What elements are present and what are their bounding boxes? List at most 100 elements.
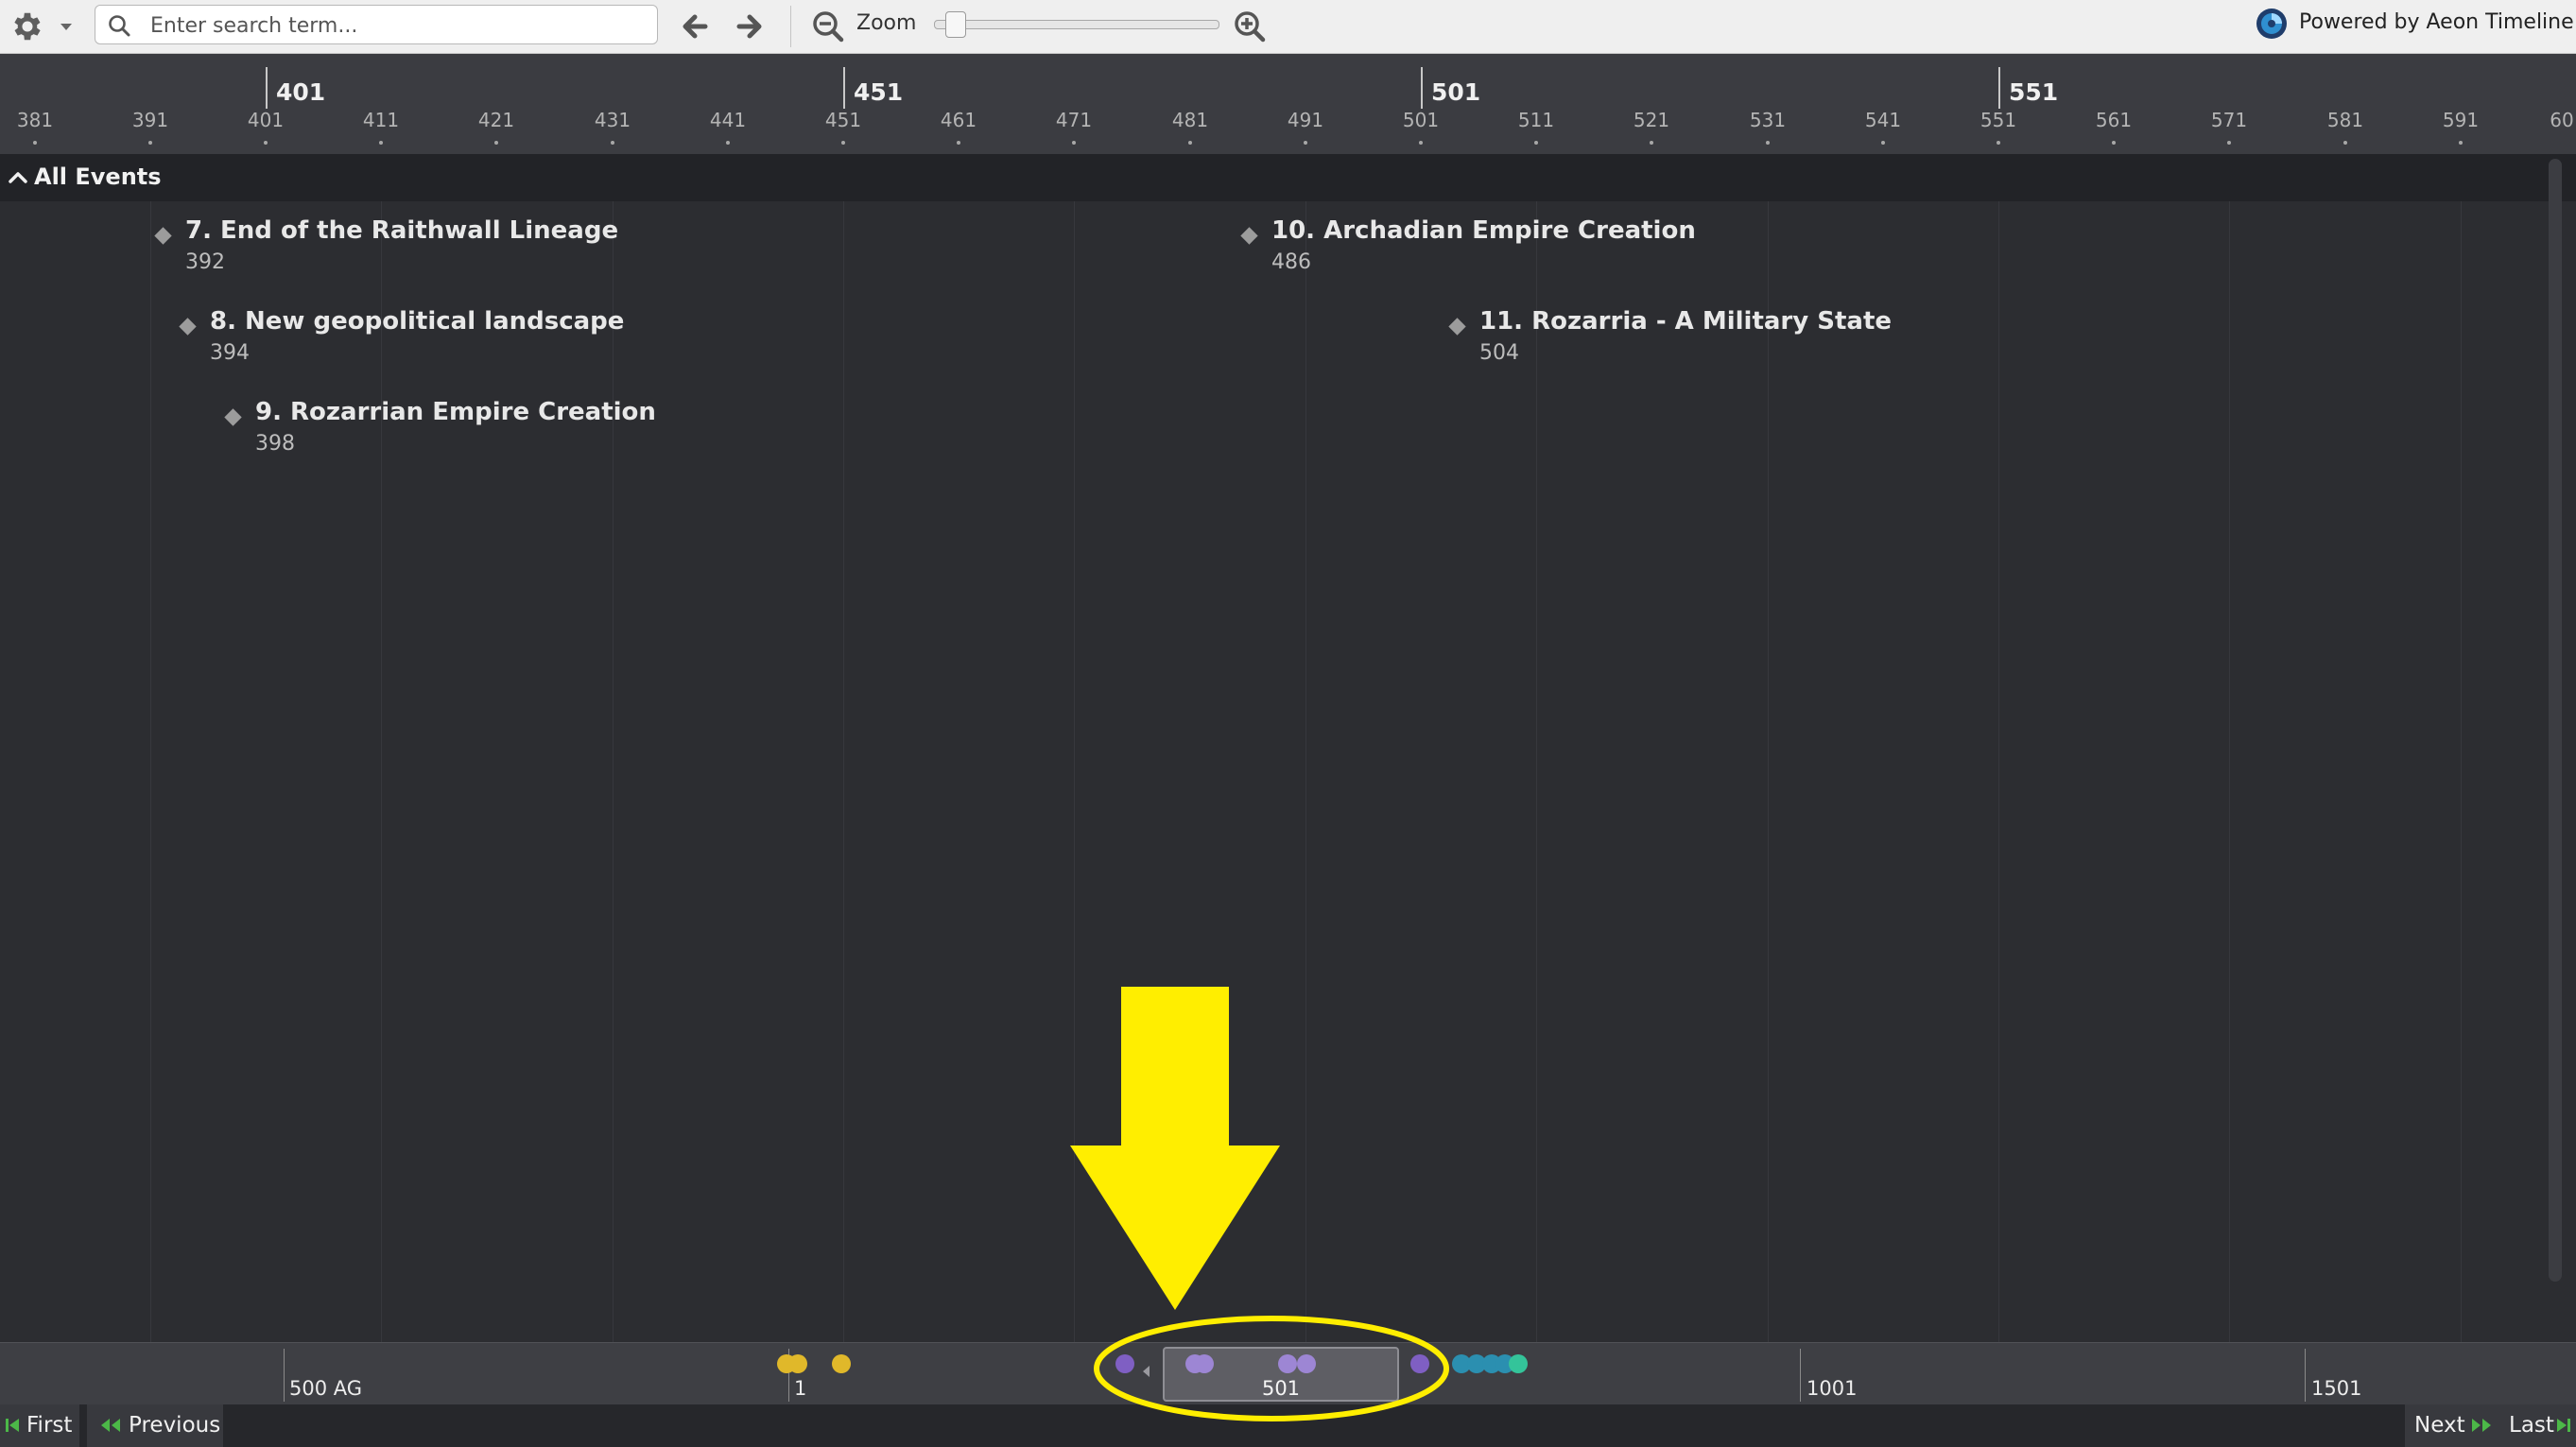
event-marker-icon [1448, 318, 1466, 336]
ruler-minor-label: 571 [2210, 109, 2248, 131]
event-title: 7. End of the Raithwall Lineage [185, 216, 619, 245]
gridline [1536, 201, 1537, 1342]
ruler-tick [1766, 141, 1770, 145]
ruler-minor-label: 501 [1402, 109, 1440, 131]
ruler-tick [1419, 141, 1423, 145]
overview-tick [1800, 1349, 1801, 1402]
ruler-tick [1881, 141, 1885, 145]
ruler-minor-label: 481 [1171, 109, 1209, 131]
event-marker-icon [154, 227, 172, 245]
annotation-arrow-icon [1070, 987, 1280, 1310]
ruler-minor-label: 431 [594, 109, 631, 131]
ruler-tick [494, 141, 498, 145]
event-marker-icon [1240, 227, 1258, 245]
previous-button[interactable]: Previous [87, 1404, 223, 1447]
annotation-ellipse [1094, 1316, 1449, 1421]
ruler-minor-label: 521 [1633, 109, 1670, 131]
ruler-tick [2343, 141, 2347, 145]
ruler-tick [1997, 141, 2000, 145]
search-icon [109, 15, 130, 37]
first-button[interactable]: First [0, 1404, 79, 1447]
first-label: First [26, 1413, 73, 1438]
event-title: 11. Rozarria - A Military State [1479, 307, 1893, 336]
ruler-tick [1188, 141, 1192, 145]
overview-label: 1501 [2311, 1377, 2362, 1400]
ruler-minor-label: 551 [1980, 109, 2017, 131]
ruler-minor-label: 471 [1055, 109, 1093, 131]
group-header-all-events[interactable]: All Events [0, 154, 2576, 201]
overview-event-dot[interactable] [832, 1354, 851, 1373]
ruler-minor-label: 581 [2326, 109, 2364, 131]
zoom-slider[interactable] [934, 11, 1219, 38]
gridline [1998, 201, 1999, 1342]
ruler-tick [264, 141, 268, 145]
event-year: 504 [1479, 341, 1519, 365]
overview-label: 1 [794, 1377, 807, 1400]
last-button[interactable]: Last [2499, 1404, 2576, 1447]
next-label: Next [2414, 1413, 2465, 1438]
gridline [843, 201, 844, 1342]
zoom-label: Zoom [856, 11, 917, 35]
powered-by-link[interactable]: Powered by Aeon Timeline [2299, 10, 2574, 34]
event-year: 394 [210, 341, 250, 365]
ruler-tick [2459, 141, 2463, 145]
search-box[interactable] [95, 5, 658, 44]
double-chevron-right-icon [2472, 1419, 2491, 1432]
previous-label: Previous [129, 1413, 221, 1438]
ruler-minor-label: 411 [362, 109, 400, 131]
timeline-events-area[interactable]: 7. End of the Raithwall Lineage 392 8. N… [0, 201, 2576, 1342]
ruler-tick [2112, 141, 2116, 145]
ruler-major-label: 451 [854, 78, 904, 106]
ruler-tick [1534, 141, 1538, 145]
overview-tick [284, 1349, 285, 1402]
skip-first-icon [6, 1419, 19, 1432]
event-marker-icon [224, 408, 242, 426]
overview-event-dot[interactable] [788, 1354, 807, 1373]
ruler-major-label: 551 [2009, 78, 2059, 106]
ruler-tick [1304, 141, 1307, 145]
ruler-tick [611, 141, 614, 145]
group-label: All Events [34, 164, 162, 190]
double-chevron-left-icon [101, 1419, 120, 1432]
arrow-left-icon[interactable] [677, 8, 715, 45]
ruler-minor-label: 60 [2550, 109, 2574, 131]
chevron-up-icon[interactable] [8, 167, 28, 188]
gear-icon[interactable] [9, 9, 45, 44]
vertical-scrollbar[interactable] [2549, 159, 2562, 1282]
ruler-major-tick: 401 [266, 67, 325, 109]
overview-event-dot[interactable] [1509, 1354, 1528, 1373]
zoom-slider-handle[interactable] [945, 11, 967, 38]
zoom-out-icon[interactable] [809, 8, 847, 45]
overview-label: 1001 [1807, 1377, 1858, 1400]
toolbar-separator [790, 6, 791, 47]
event-year: 392 [185, 250, 225, 274]
event-title: 10. Archadian Empire Creation [1271, 216, 1696, 245]
search-input[interactable] [148, 9, 644, 42]
ruler-minor-label: 441 [709, 109, 747, 131]
ruler-tick [957, 141, 960, 145]
event-year: 398 [255, 432, 295, 456]
gridline [2461, 201, 2462, 1342]
skip-last-icon [2557, 1419, 2570, 1432]
chevron-down-icon[interactable] [57, 17, 76, 36]
time-ruler: 401 451 501 551 381 391 401 411 421 431 … [0, 54, 2576, 156]
arrow-right-icon[interactable] [730, 8, 768, 45]
ruler-tick [726, 141, 730, 145]
ruler-tick [841, 141, 845, 145]
ruler-tick [379, 141, 383, 145]
zoom-in-icon[interactable] [1231, 8, 1269, 45]
ruler-major-tick: 451 [843, 67, 903, 109]
ruler-minor-label: 401 [247, 109, 285, 131]
next-button[interactable]: Next [2405, 1404, 2503, 1447]
gridline [613, 201, 614, 1342]
ruler-tick [33, 141, 37, 145]
event-marker-icon [179, 318, 197, 336]
ruler-minor-label: 531 [1749, 109, 1787, 131]
ruler-minor-label: 491 [1287, 109, 1324, 131]
ruler-minor-label: 561 [2095, 109, 2133, 131]
overview-label: 500 AG [289, 1377, 363, 1400]
gridline [1768, 201, 1769, 1342]
last-label: Last [2509, 1413, 2554, 1438]
event-title: 8. New geopolitical landscape [210, 307, 625, 336]
gridline [2229, 201, 2230, 1342]
